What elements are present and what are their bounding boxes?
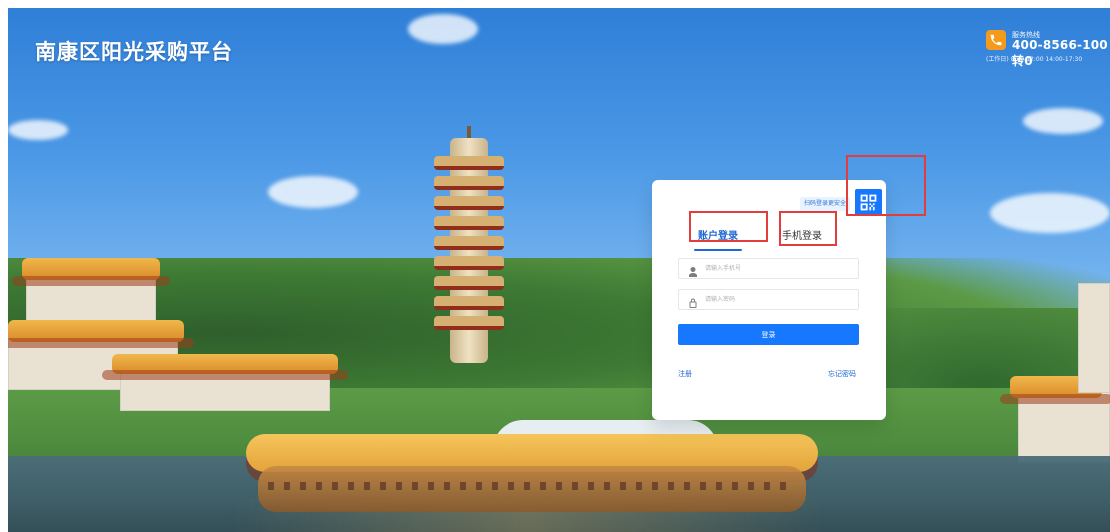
highlight-box-phone-tab xyxy=(779,211,837,246)
phone-input[interactable] xyxy=(705,259,855,278)
temple-roof-mid xyxy=(102,354,348,380)
pagoda-tier xyxy=(434,316,504,330)
cloud xyxy=(990,193,1110,233)
pagoda-tier xyxy=(434,156,504,170)
pagoda-tier xyxy=(434,296,504,310)
hotline-hours: (工作日) 8:30-12:00 14:00-17:30 xyxy=(986,56,1083,63)
password-field[interactable] xyxy=(678,289,859,310)
pagoda-tier xyxy=(434,176,504,190)
pagoda-tier xyxy=(434,236,504,250)
circular-pavilion xyxy=(246,434,818,512)
login-page: 南康区阳光采购平台 服务热线 400-8566-100转0 (工作日) 8:30… xyxy=(8,8,1110,532)
temple-roof-left-lower xyxy=(8,320,194,348)
pagoda-tier xyxy=(434,196,504,210)
temple-roof-left xyxy=(12,258,170,286)
pavilion-base xyxy=(258,466,806,512)
cloud xyxy=(268,176,358,208)
highlight-box-account-tab xyxy=(689,211,768,242)
login-card: 扫码登录更安全 账户登录 手机登录 请输入手机号 登录 注册 忘记密码 xyxy=(652,180,886,420)
active-tab-underline xyxy=(694,249,742,251)
pagoda-tier xyxy=(434,276,504,290)
cloud xyxy=(8,120,68,140)
phone-icon xyxy=(986,30,1006,50)
cloud xyxy=(408,14,478,44)
user-icon xyxy=(687,263,699,277)
forgot-password-link[interactable]: 忘记密码 xyxy=(828,369,856,379)
cloud xyxy=(1023,108,1103,134)
pagoda-tier xyxy=(434,256,504,270)
password-input[interactable] xyxy=(705,290,855,309)
highlight-box-qr xyxy=(846,155,926,216)
pagoda-tier xyxy=(434,216,504,230)
pagoda xyxy=(434,126,504,366)
phone-field[interactable] xyxy=(678,258,859,279)
qr-login-hint: 扫码登录更安全 xyxy=(800,197,851,211)
login-button[interactable]: 登录 xyxy=(678,324,859,345)
lock-icon xyxy=(687,294,699,308)
site-title: 南康区阳光采购平台 xyxy=(35,40,233,64)
register-link[interactable]: 注册 xyxy=(678,369,692,379)
service-hotline: 服务热线 400-8566-100转0 (工作日) 8:30-12:00 14:… xyxy=(986,30,1108,68)
tower-building-right xyxy=(1078,283,1110,393)
